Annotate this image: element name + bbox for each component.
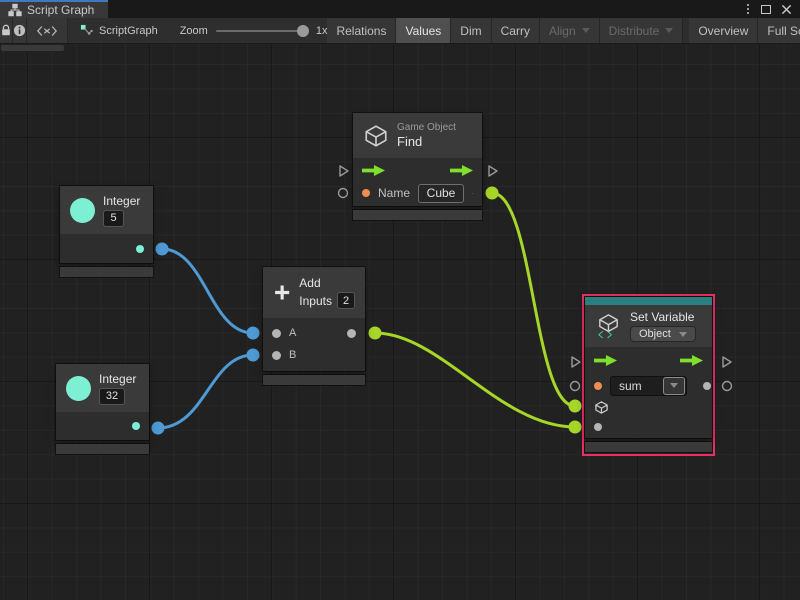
chevron-down-icon <box>665 28 673 33</box>
inputs-label: Inputs <box>299 294 332 308</box>
gameobject-output-cube-icon[interactable] <box>472 186 473 201</box>
window-controls <box>745 0 800 18</box>
full-screen-button[interactable]: Full Screen <box>758 18 800 43</box>
zoom-slider-handle[interactable] <box>297 25 309 37</box>
horizontal-scrollbar[interactable] <box>1 45 64 51</box>
overview-button[interactable]: Overview <box>689 18 758 43</box>
script-graph-window: Script Graph <box>0 0 800 600</box>
set-variable-icon <box>595 313 622 340</box>
graph-icon <box>8 3 22 17</box>
distribute-button[interactable]: Distribute <box>600 18 684 43</box>
zoom-label: Zoom <box>180 25 208 37</box>
graph-toolbar: ScriptGraph Zoom 1x Relations Values Dim… <box>0 18 800 44</box>
node-set-variable[interactable]: Set Variable Object sum <box>585 297 712 452</box>
integer-output-dot[interactable] <box>136 245 144 253</box>
flow-in-arrow-icon[interactable] <box>594 355 617 366</box>
gameobject-cube-icon <box>363 123 389 149</box>
chevron-down-icon <box>582 28 590 33</box>
find-name-dot[interactable] <box>362 189 370 197</box>
tab-title: Script Graph <box>27 3 94 17</box>
add-input-b-label: B <box>289 349 296 361</box>
script-graph-icon <box>80 24 93 37</box>
target-object-cube-icon[interactable] <box>594 400 609 415</box>
code-view-button[interactable] <box>27 18 68 43</box>
add-icon <box>273 280 291 305</box>
integer-output-dot[interactable] <box>132 422 140 430</box>
flow-out-arrow-icon[interactable] <box>680 355 703 366</box>
toolbar-right-group: Relations Values Dim Carry Align Distrib… <box>327 18 800 43</box>
relations-button[interactable]: Relations <box>327 18 396 43</box>
carry-button[interactable]: Carry <box>492 18 540 43</box>
node-footer <box>60 267 153 277</box>
node-title: Find <box>397 134 422 149</box>
breadcrumb-label: ScriptGraph <box>99 25 158 37</box>
setvariable-value-dot[interactable] <box>594 423 602 431</box>
node-footer <box>353 210 482 220</box>
lock-icon <box>0 24 12 37</box>
node-footer <box>585 442 712 452</box>
node-gameobject-find[interactable]: Game Object Find Name <box>353 113 482 220</box>
zoom-value: 1x <box>316 25 328 37</box>
node-footer <box>56 444 149 454</box>
flow-out-arrow-icon[interactable] <box>450 165 473 176</box>
node-title: Integer <box>99 372 136 386</box>
info-icon <box>13 24 26 37</box>
maximize-icon[interactable] <box>761 5 771 14</box>
variable-kind-strip <box>585 297 712 305</box>
zoom-slider[interactable] <box>216 30 308 32</box>
node-add[interactable]: Add Inputs A B <box>263 267 365 385</box>
node-integer-5[interactable]: Integer <box>60 186 153 277</box>
selection-highlight: Set Variable Object sum <box>582 294 715 456</box>
integer-icon <box>66 376 91 401</box>
node-title: Set Variable <box>630 310 694 324</box>
node-title: Integer <box>103 194 140 208</box>
code-icon <box>36 25 58 37</box>
chevron-down-icon <box>670 383 678 388</box>
variable-name-dropdown-button[interactable] <box>663 377 685 395</box>
variable-name-dropdown[interactable]: sum <box>610 376 687 396</box>
setvariable-output-dot[interactable] <box>703 382 711 390</box>
node-category: Game Object <box>397 122 456 133</box>
values-button[interactable]: Values <box>396 18 451 43</box>
node-integer-32[interactable]: Integer <box>56 364 149 454</box>
tab-script-graph[interactable]: Script Graph <box>0 0 108 18</box>
find-name-input[interactable] <box>418 184 464 203</box>
lock-button[interactable] <box>0 18 13 43</box>
zoom-control: Zoom 1x <box>180 18 328 43</box>
node-title: Add <box>299 276 320 290</box>
node-footer <box>263 375 365 385</box>
integer-value-input[interactable] <box>103 210 124 227</box>
add-input-a-label: A <box>289 327 296 339</box>
menu-icon[interactable] <box>745 3 751 15</box>
dim-button[interactable]: Dim <box>451 18 491 43</box>
add-input-a-dot[interactable] <box>272 329 281 338</box>
find-name-label: Name <box>378 186 410 200</box>
add-output-dot[interactable] <box>347 329 356 338</box>
tab-bar: Script Graph <box>0 0 800 18</box>
close-icon[interactable] <box>781 4 792 15</box>
flow-in-arrow-icon[interactable] <box>362 165 385 176</box>
integer-value-input[interactable] <box>99 388 125 405</box>
inputs-count-input[interactable] <box>337 292 355 309</box>
add-input-b-dot[interactable] <box>272 351 281 360</box>
chevron-down-icon <box>679 332 687 337</box>
breadcrumb[interactable]: ScriptGraph <box>80 18 158 43</box>
variable-scope-dropdown[interactable]: Object <box>630 326 696 342</box>
align-button[interactable]: Align <box>540 18 600 43</box>
variable-name-dot[interactable] <box>594 382 602 390</box>
variable-name-value: sum <box>611 379 663 393</box>
info-button[interactable] <box>13 18 27 43</box>
integer-icon <box>70 198 95 223</box>
